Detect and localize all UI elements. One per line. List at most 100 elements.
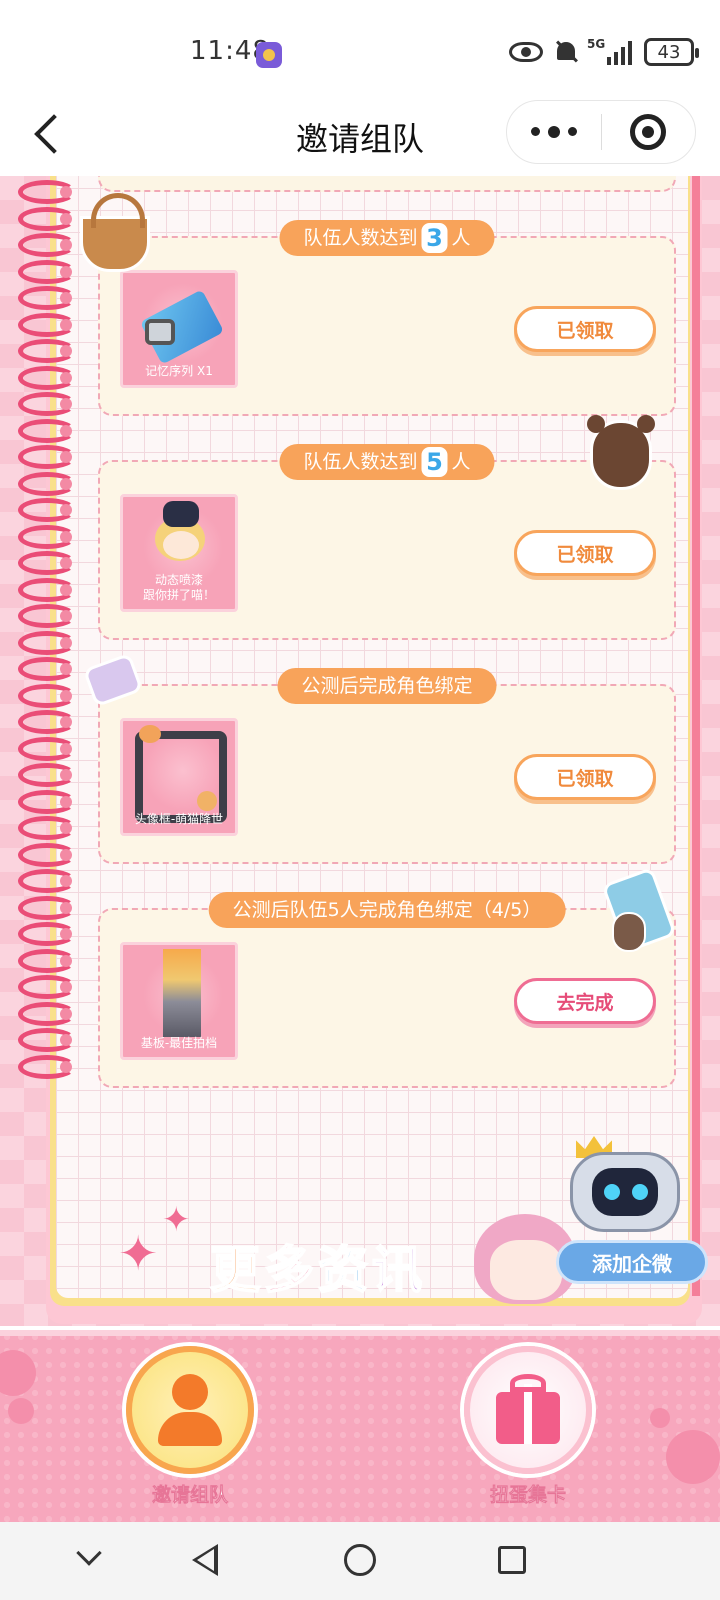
more-news-title[interactable]: 更多资讯 (209, 1230, 426, 1302)
spiral-hole (60, 239, 72, 251)
task-title: 公测后完成角色绑定 (277, 668, 497, 704)
board-art (163, 949, 201, 1037)
task-title: 队伍人数达到 5 人 (279, 444, 495, 480)
spiral-hole (60, 451, 72, 463)
task-card: 队伍人数达到 5 人 动态喷漆 跟你拼了喵！ 已领取 (98, 444, 676, 640)
bear-keychain-sticker-icon (612, 912, 646, 952)
previous-card-edge (98, 176, 676, 192)
spiral-hole (60, 663, 72, 675)
task-title-text: 队伍人数达到 (303, 227, 418, 249)
tab-invite-team-circle[interactable] (126, 1346, 254, 1474)
spiral-hole (60, 186, 72, 198)
status-icons: 5G 43 (509, 37, 699, 66)
tab-gacha-cards[interactable]: 扭蛋集卡 (448, 1346, 608, 1507)
more-icon[interactable] (507, 125, 601, 138)
eye-icon (509, 42, 543, 62)
banner-char: 讯 (371, 1240, 426, 1300)
reward-item-memory-sequence[interactable]: 记忆序列 X1 (120, 270, 238, 388)
spiral-hole (60, 345, 72, 357)
add-wecom-button[interactable]: 添加企微 (556, 1240, 708, 1284)
mini-program-capsule (506, 100, 696, 164)
spiral-hole (60, 424, 72, 437)
banner-char: 多 (263, 1240, 318, 1300)
reward-label: 动态喷漆 跟你拼了喵！ (142, 573, 215, 602)
spiral-hole (60, 716, 72, 728)
reward-label: 记忆序列 X1 (145, 364, 213, 378)
teddy-bear-sticker-icon (587, 415, 655, 490)
spiral-hole (60, 1034, 72, 1046)
task-title-suffix: 人 (451, 451, 471, 473)
task-card: 队伍人数达到 3 人 记忆序列 X1 已领取 (98, 220, 676, 416)
reward-item-spray[interactable]: 动态喷漆 跟你拼了喵！ (120, 494, 238, 612)
spiral-hole (60, 477, 72, 490)
claimed-button[interactable]: 已领取 (514, 530, 656, 576)
signal-icon: 5G (587, 37, 632, 65)
go-complete-button[interactable]: 去完成 (514, 978, 656, 1024)
spiral-hole (60, 610, 72, 622)
task-title-number: 5 (421, 447, 448, 477)
spiral-hole (60, 530, 72, 543)
spiral-hole (60, 636, 72, 649)
close-mini-program-icon[interactable] (602, 114, 696, 150)
task-card: 公测后队伍5人完成角色绑定（4/5） 基板-最佳拍档 去完成 (98, 892, 676, 1088)
task-title-number: 3 (421, 223, 448, 253)
tab-invite-team[interactable]: 邀请组队 (110, 1346, 270, 1507)
paw-decoration-icon (666, 1430, 720, 1484)
banner-char: 更 (209, 1240, 264, 1300)
spiral-hole (60, 371, 72, 384)
battery-icon: 43 (644, 38, 699, 66)
robot-face (592, 1168, 658, 1216)
claimed-button[interactable]: 已领取 (514, 754, 656, 800)
spiral-hole (60, 981, 72, 993)
spiral-hole (60, 212, 72, 225)
spiral-hole (60, 557, 72, 569)
reward-item-board[interactable]: 基板-最佳拍档 (120, 942, 238, 1060)
task-card: 公测后完成角色绑定 头像框-萌猫降世 已领取 (98, 668, 676, 864)
tab-label: 邀请组队 (151, 1484, 229, 1507)
paw-decoration-icon (650, 1408, 670, 1428)
spiral-hole (60, 292, 72, 304)
spiral-hole (60, 1060, 72, 1073)
spiral-hole (60, 398, 72, 410)
spiral-hole (60, 769, 72, 781)
system-home-icon[interactable] (344, 1544, 376, 1576)
sparkle-icon: ✦ (162, 1200, 191, 1240)
team-icon (152, 1374, 228, 1446)
banner-char: 资 (317, 1240, 372, 1300)
spiral-hole (60, 583, 72, 596)
robot-eye (604, 1184, 620, 1200)
system-nav-bar (0, 1522, 720, 1600)
spiral-hole (60, 265, 72, 278)
reward-label: 头像框-萌猫降世 (134, 812, 224, 826)
system-back-icon[interactable] (192, 1544, 218, 1576)
spiral-hole (60, 1007, 72, 1020)
task-title-suffix: 人 (451, 227, 471, 249)
sparkle-icon: ✦ (118, 1226, 159, 1282)
cat-art (139, 725, 161, 743)
network-label: 5G (587, 37, 606, 51)
robot-eye (632, 1184, 648, 1200)
spiral-hole (60, 318, 72, 331)
character-mascot-face (490, 1240, 562, 1300)
reward-item-avatar-frame[interactable]: 头像框-萌猫降世 (120, 718, 238, 836)
spiral-hole (60, 928, 72, 940)
memory-chip-art (145, 319, 175, 345)
reward-label: 基板-最佳拍档 (140, 1036, 218, 1050)
system-recents-icon[interactable] (498, 1546, 526, 1574)
spiral-hole (60, 822, 72, 834)
spiral-hole (60, 504, 72, 516)
nav-bar: 邀请组队 (0, 100, 720, 176)
claimed-button[interactable]: 已领取 (514, 306, 656, 352)
task-title-text: 队伍人数达到 (303, 451, 418, 473)
battery-level: 43 (657, 41, 681, 63)
chevron-down-icon[interactable] (76, 1540, 102, 1566)
spiral-hole (60, 848, 72, 861)
cat-art (197, 791, 217, 811)
gift-icon (492, 1374, 564, 1446)
spiral-hole (60, 954, 72, 967)
status-bar: 11:48 5G 43 (0, 0, 720, 100)
tab-gacha-cards-circle[interactable] (464, 1346, 592, 1474)
spiral-hole (60, 901, 72, 914)
paw-decoration-icon (0, 1350, 36, 1396)
app-notification-icon (256, 42, 282, 68)
